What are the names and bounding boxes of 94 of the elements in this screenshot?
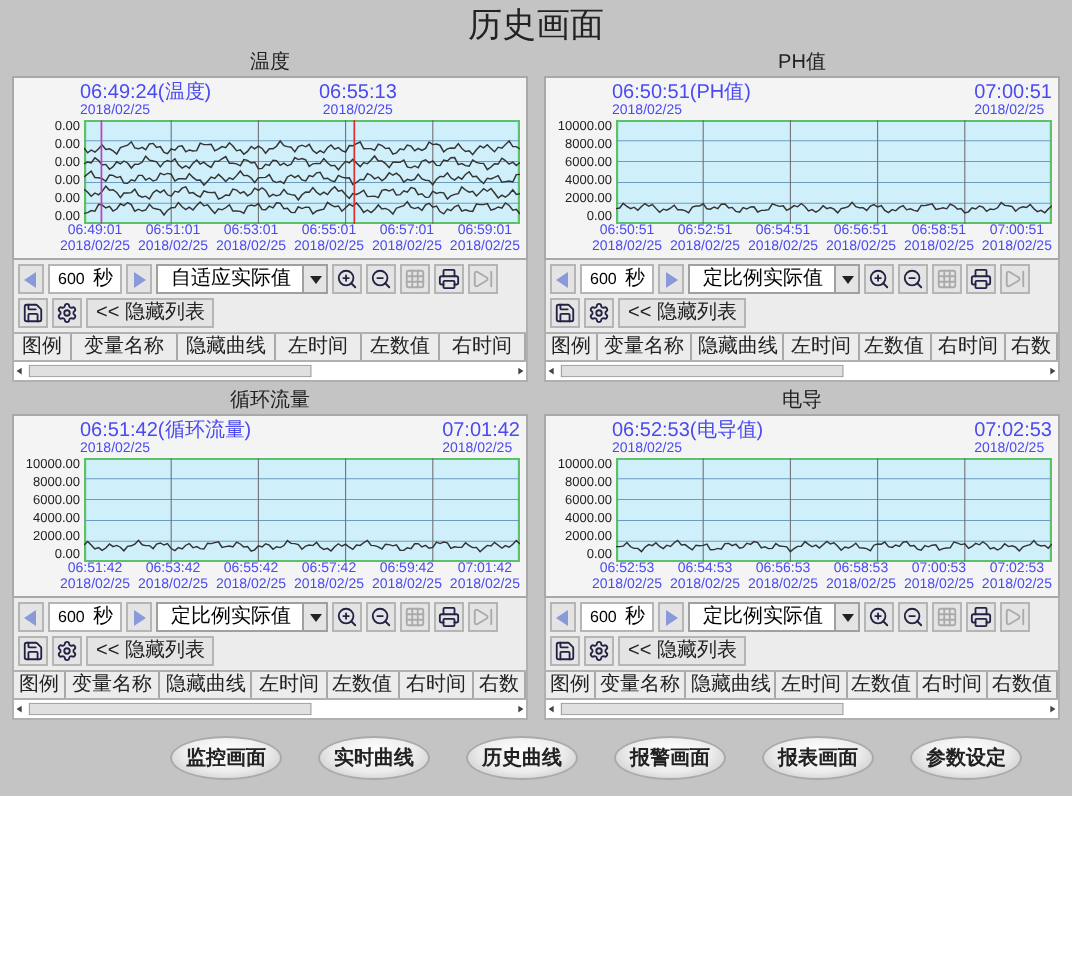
hide-list-button[interactable]: << 隐藏列表 bbox=[618, 298, 747, 328]
chart-title: 温度 bbox=[250, 52, 290, 76]
column-header[interactable]: 左数值 bbox=[847, 672, 918, 698]
column-header[interactable]: 左时间 bbox=[252, 672, 328, 698]
print-button[interactable] bbox=[966, 602, 997, 632]
horizontal-scrollbar[interactable] bbox=[12, 362, 528, 382]
settings-button[interactable] bbox=[52, 298, 82, 328]
right-arrow-icon bbox=[132, 609, 147, 625]
zoom-out-button[interactable] bbox=[898, 602, 929, 632]
column-header[interactable]: 变量名称 bbox=[598, 334, 693, 360]
caret-icon bbox=[834, 604, 859, 630]
scale-dropdown[interactable]: 定比例实际值 bbox=[688, 264, 861, 294]
nav-button[interactable]: 报警画面 bbox=[614, 736, 726, 780]
nav-button[interactable]: 实时曲线 bbox=[318, 736, 430, 780]
column-header[interactable]: 变量名称 bbox=[66, 672, 161, 698]
horizontal-scrollbar[interactable] bbox=[544, 700, 1060, 720]
nav-button[interactable]: 报表画面 bbox=[762, 736, 874, 780]
period-field[interactable]: 600 秒 bbox=[48, 602, 123, 632]
print-button[interactable] bbox=[966, 264, 997, 294]
zoom-in-button[interactable] bbox=[332, 602, 363, 632]
column-header[interactable]: 变量名称 bbox=[596, 672, 687, 698]
column-header[interactable]: 隐藏曲线 bbox=[692, 334, 785, 360]
column-header[interactable]: 左时间 bbox=[276, 334, 362, 360]
right-arrow-icon bbox=[132, 271, 147, 287]
save-button[interactable] bbox=[550, 298, 580, 328]
hide-list-button[interactable]: << 隐藏列表 bbox=[86, 636, 215, 666]
column-header[interactable]: 左数值 bbox=[859, 334, 932, 360]
column-header[interactable]: 右时间 bbox=[440, 334, 526, 360]
page-title: 历史画面 bbox=[466, 4, 606, 48]
scale-dropdown[interactable]: 自适应实际值 bbox=[156, 264, 329, 294]
cursor-time: 06:51:42(循环流量) bbox=[80, 420, 252, 442]
caret-icon bbox=[302, 604, 327, 630]
cursor-time: 06:52:53(电导值) bbox=[612, 420, 764, 442]
hide-list-button[interactable]: << 隐藏列表 bbox=[618, 636, 747, 666]
chart-title: PH值 bbox=[778, 52, 826, 76]
column-header[interactable]: 隐藏曲线 bbox=[686, 672, 777, 698]
right-arrow-icon bbox=[664, 271, 679, 287]
column-header[interactable]: 右数 bbox=[473, 672, 526, 698]
column-header[interactable]: 变量名称 bbox=[72, 334, 178, 360]
save-button[interactable] bbox=[18, 298, 48, 328]
print-button[interactable] bbox=[434, 264, 465, 294]
settings-button[interactable] bbox=[584, 298, 614, 328]
save-button[interactable] bbox=[550, 636, 580, 666]
column-header[interactable]: 右数 bbox=[1005, 334, 1058, 360]
period-field[interactable]: 600 秒 bbox=[580, 602, 655, 632]
nav-button[interactable]: 监控画面 bbox=[170, 736, 282, 780]
right-arrow-icon bbox=[664, 609, 679, 625]
settings-button[interactable] bbox=[52, 636, 82, 666]
column-header[interactable]: 左时间 bbox=[776, 672, 848, 698]
zoom-in-button[interactable] bbox=[332, 264, 363, 294]
save-button[interactable] bbox=[18, 636, 48, 666]
left-arrow-icon bbox=[556, 609, 570, 625]
caret-icon bbox=[834, 266, 859, 292]
settings-button[interactable] bbox=[584, 636, 614, 666]
hide-list-button[interactable]: << 隐藏列表 bbox=[86, 298, 215, 328]
zoom-in-button[interactable] bbox=[864, 602, 895, 632]
cursor-time: 06:50:51(PH值) bbox=[612, 82, 751, 104]
chart-title: 循环流量 bbox=[230, 390, 310, 414]
column-header[interactable]: 右数值 bbox=[987, 672, 1058, 698]
period-field[interactable]: 600 秒 bbox=[48, 264, 123, 294]
column-header[interactable]: 左数值 bbox=[327, 672, 400, 698]
column-header[interactable]: 图例 bbox=[14, 672, 67, 698]
print-button[interactable] bbox=[434, 602, 465, 632]
scale-dropdown[interactable]: 定比例实际值 bbox=[156, 602, 329, 632]
cursor-time: 06:55:13 bbox=[318, 82, 397, 104]
zoom-in-button[interactable] bbox=[864, 264, 895, 294]
column-header[interactable]: 右时间 bbox=[931, 334, 1006, 360]
nav-button[interactable]: 参数设定 bbox=[910, 736, 1022, 780]
cursor-time: 06:49:24(温度) bbox=[80, 82, 212, 104]
column-header[interactable]: 右时间 bbox=[399, 672, 474, 698]
horizontal-scrollbar[interactable] bbox=[544, 362, 1060, 382]
column-header[interactable]: 图例 bbox=[14, 334, 72, 360]
zoom-out-button[interactable] bbox=[366, 264, 397, 294]
chart-title: 电导 bbox=[782, 390, 822, 414]
zoom-out-button[interactable] bbox=[366, 602, 397, 632]
cursor-time: 07:02:53 bbox=[974, 420, 1052, 442]
nav-button[interactable]: 历史曲线 bbox=[466, 736, 578, 780]
period-field[interactable]: 600 秒 bbox=[580, 264, 655, 294]
horizontal-scrollbar[interactable] bbox=[12, 700, 528, 720]
column-header[interactable]: 隐藏曲线 bbox=[178, 334, 276, 360]
column-header[interactable]: 图例 bbox=[546, 334, 599, 360]
zoom-out-button[interactable] bbox=[898, 264, 929, 294]
column-header[interactable]: 右时间 bbox=[917, 672, 988, 698]
cursor-time: 07:00:51 bbox=[974, 82, 1052, 104]
left-arrow-icon bbox=[556, 271, 570, 287]
caret-icon bbox=[302, 266, 327, 292]
column-header[interactable]: 左数值 bbox=[362, 334, 440, 360]
column-header[interactable]: 左时间 bbox=[784, 334, 860, 360]
scale-dropdown[interactable]: 定比例实际值 bbox=[688, 602, 861, 632]
left-arrow-icon bbox=[24, 609, 38, 625]
cursor-time: 07:01:42 bbox=[442, 420, 520, 442]
left-arrow-icon bbox=[24, 271, 38, 287]
column-header[interactable]: 图例 bbox=[546, 672, 597, 698]
column-header[interactable]: 隐藏曲线 bbox=[160, 672, 253, 698]
